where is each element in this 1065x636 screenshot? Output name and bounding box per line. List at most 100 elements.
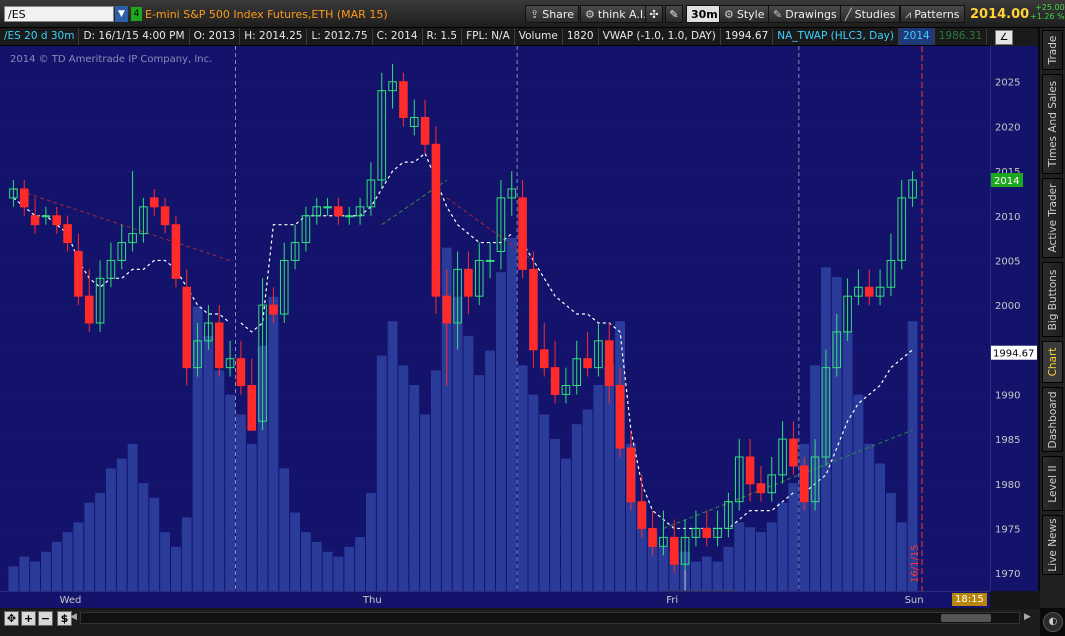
side-tab-level-ii[interactable]: Level II bbox=[1042, 456, 1063, 511]
vwap-value: 1994.67 bbox=[721, 28, 774, 45]
volume-bar bbox=[420, 414, 430, 591]
bar-fpl: FPL: N/A bbox=[462, 28, 515, 45]
volume-label: Volume bbox=[515, 28, 563, 45]
volume-bar bbox=[355, 537, 365, 591]
candle-body bbox=[52, 215, 62, 226]
scroll-left-icon[interactable]: ◀ bbox=[70, 612, 77, 622]
volume-bar bbox=[51, 541, 62, 591]
volume-bar bbox=[517, 365, 528, 591]
bar-low: L: 2012.75 bbox=[307, 28, 373, 45]
candle-body bbox=[19, 188, 29, 208]
price-axis-canvas: 1970197519801985199019952000200520102015… bbox=[991, 78, 1037, 580]
bar-open: O: 2013 bbox=[190, 28, 241, 45]
scrollbar-thumb[interactable] bbox=[941, 614, 991, 622]
volume-value: 1820 bbox=[563, 28, 599, 45]
side-tab-label: Chart bbox=[1046, 347, 1059, 377]
think-icon: ⚙ bbox=[585, 8, 595, 21]
price-chart[interactable]: 2014 © TD Ameritrade IP Company, Inc.Lo:… bbox=[0, 46, 990, 607]
drawings-button[interactable]: ✎ Drawings bbox=[768, 5, 842, 23]
candle-body bbox=[539, 349, 549, 369]
side-tab-strip: Trade Times And Sales Active Trader Big But… bbox=[1040, 28, 1065, 608]
candle-body bbox=[334, 206, 343, 217]
candle-body bbox=[799, 465, 809, 503]
chart-canvas[interactable]: 2014 © TD Ameritrade IP Company, Inc.Lo:… bbox=[0, 46, 990, 607]
candle-body bbox=[30, 215, 40, 226]
volume-bar bbox=[41, 551, 51, 591]
chart-info-header: /ES 20 d 30m D: 16/1/15 4:00 PM O: 2013 … bbox=[0, 28, 990, 46]
patterns-button[interactable]: ⩘ Patterns bbox=[900, 5, 965, 23]
price-change: +25.00 +1.26 % bbox=[1030, 3, 1065, 21]
scroll-right-icon[interactable]: ▶ bbox=[1024, 612, 1031, 622]
zoom-in-icon[interactable]: + bbox=[21, 611, 36, 626]
drawings-icon: ✎ bbox=[773, 8, 783, 21]
side-tab-dashboard[interactable]: Dashboard bbox=[1042, 387, 1063, 452]
wrench-button[interactable]: ✎ bbox=[665, 5, 683, 23]
side-tab-active-trader[interactable]: Active Trader bbox=[1042, 178, 1063, 258]
volume-bar bbox=[734, 522, 745, 591]
side-tab-big-buttons[interactable]: Big Buttons bbox=[1042, 262, 1063, 337]
crosshair-button[interactable]: ✣ bbox=[645, 5, 663, 23]
think-label: think A.I. bbox=[597, 8, 647, 21]
candle-body bbox=[41, 215, 51, 218]
volume-bar bbox=[398, 365, 409, 591]
studies-label: Studies bbox=[854, 8, 896, 21]
candle-body bbox=[550, 367, 560, 395]
time-scrollbar[interactable] bbox=[80, 612, 1020, 624]
share-button[interactable]: ⇪ Share bbox=[525, 5, 579, 23]
candle-body bbox=[171, 224, 181, 279]
style-button[interactable]: ⚙ Style bbox=[719, 5, 770, 23]
symbol-dropdown-icon[interactable]: ▼ bbox=[115, 6, 128, 22]
price-axis[interactable]: 1970197519801985199019952000200520102015… bbox=[990, 46, 1038, 591]
side-tab-live-news[interactable]: Live News bbox=[1042, 515, 1063, 575]
volume-bar bbox=[745, 527, 755, 591]
volume-bar bbox=[246, 443, 257, 591]
volume-bar bbox=[181, 517, 192, 591]
volume-bar bbox=[106, 468, 116, 591]
side-tab-label: Trade bbox=[1046, 35, 1059, 65]
zoom-out-icon[interactable]: − bbox=[38, 611, 53, 626]
drawing-tool-icon[interactable]: ∠ bbox=[995, 30, 1013, 45]
aggregation-button[interactable]: 30m bbox=[686, 5, 723, 23]
bar-range: R: 1.5 bbox=[423, 28, 463, 45]
instrument-description: E-mini S&P 500 Index Futures,ETH (MAR 15… bbox=[145, 8, 388, 21]
symbol-input[interactable]: /ES bbox=[4, 6, 114, 22]
volume-bar bbox=[528, 394, 539, 591]
pan-icon[interactable]: ✥ bbox=[4, 611, 19, 626]
volume-bar bbox=[344, 546, 355, 591]
natwap-value-2: 1986.31 bbox=[935, 28, 988, 45]
expand-icon[interactable]: ◐ bbox=[1043, 612, 1063, 632]
price-tick-label: 1985 bbox=[995, 435, 1020, 446]
volume-bar bbox=[864, 443, 875, 591]
volume-bar bbox=[485, 350, 495, 591]
time-axis[interactable]: Wed Thu Fri Sun bbox=[0, 591, 990, 608]
volume-bar bbox=[886, 492, 896, 591]
candle-body bbox=[648, 527, 657, 547]
price-tick-label: 1980 bbox=[995, 480, 1020, 491]
patterns-icon: ⩘ bbox=[905, 8, 912, 21]
candle-body bbox=[583, 358, 592, 369]
last-price-flag-label: 2014 bbox=[994, 176, 1019, 187]
side-tab-trade[interactable]: Trade bbox=[1042, 30, 1063, 70]
side-tab-chart[interactable]: Chart bbox=[1042, 341, 1063, 383]
volume-bar bbox=[506, 237, 517, 591]
volume-bar bbox=[138, 483, 149, 591]
volume-bar bbox=[62, 532, 73, 591]
volume-bar bbox=[290, 512, 300, 591]
volume-bar bbox=[214, 370, 225, 591]
volume-bar bbox=[268, 296, 279, 591]
volume-bar bbox=[203, 335, 214, 591]
side-tab-label: Level II bbox=[1046, 464, 1059, 503]
volume-bar bbox=[766, 522, 777, 591]
side-tab-times-and-sales[interactable]: Times And Sales bbox=[1042, 74, 1063, 174]
link-group-badge[interactable]: 4 bbox=[131, 7, 142, 21]
think-ai-button[interactable]: ⚙ think A.I. bbox=[580, 5, 652, 23]
studies-button[interactable]: ╱ Studies bbox=[840, 5, 901, 23]
candle-body bbox=[63, 224, 72, 244]
volume-bar bbox=[539, 414, 550, 591]
candle-body bbox=[247, 385, 257, 431]
volume-bar bbox=[712, 561, 723, 591]
side-tab-label: Dashboard bbox=[1046, 391, 1059, 448]
percent-change: +1.26 % bbox=[1030, 12, 1065, 21]
volume-bar bbox=[853, 394, 864, 591]
candle-body bbox=[269, 304, 278, 315]
